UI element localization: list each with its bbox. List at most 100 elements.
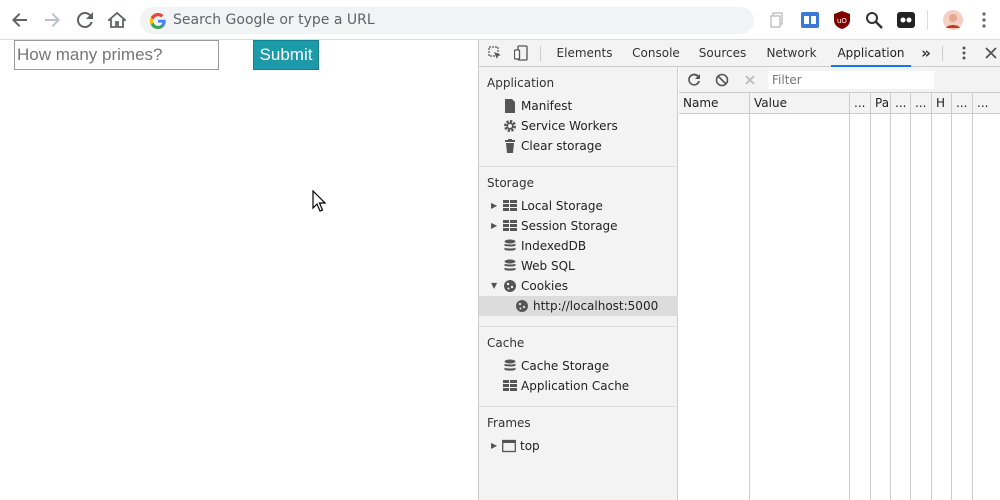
- sidebar-item-label: Clear storage: [521, 139, 602, 153]
- column-divider: [931, 93, 932, 500]
- section-divider: [479, 326, 678, 327]
- sidebar-item-indexeddb[interactable]: IndexedDB: [479, 236, 678, 256]
- section-title-cache: Cache: [487, 336, 525, 350]
- document-icon: [505, 99, 515, 113]
- sidebar-item-label: http://localhost:5000: [533, 299, 659, 313]
- tab-sources[interactable]: Sources: [694, 40, 751, 67]
- back-icon[interactable]: [8, 8, 32, 32]
- cookies-pane: Name Value ... Pa ... ... H ... ...: [679, 67, 1000, 500]
- close-devtools-icon[interactable]: [983, 45, 999, 61]
- sidebar-item-label: Manifest: [521, 99, 573, 113]
- sidebar-item-service-workers[interactable]: Service Workers: [479, 116, 678, 136]
- reader-extension-icon[interactable]: [800, 10, 820, 30]
- mask-extension-icon[interactable]: [896, 10, 916, 30]
- cookie-icon: [504, 280, 516, 292]
- browser-toolbar: Search Google or type a URL uO: [0, 0, 1000, 40]
- column-header-size[interactable]: ...: [911, 93, 931, 114]
- devtools-tab-bar: Elements Console Sources Network Applica…: [479, 40, 1000, 67]
- svg-text:uO: uO: [837, 17, 847, 25]
- section-title-application: Application: [487, 76, 555, 90]
- database-icon: [504, 259, 516, 271]
- forward-icon[interactable]: [40, 8, 64, 32]
- expand-arrow-icon[interactable]: ▶: [491, 436, 497, 456]
- table-grid-icon: [503, 380, 517, 391]
- google-g-icon: [150, 13, 166, 29]
- trash-icon: [505, 139, 515, 153]
- sidebar-item-label: Service Workers: [521, 119, 618, 133]
- devtools-menu-icon[interactable]: [956, 45, 972, 61]
- sidebar-item-label: Cache Storage: [521, 359, 610, 373]
- gear-icon: [504, 120, 516, 132]
- cookie-icon: [516, 300, 528, 312]
- tab-network[interactable]: Network: [762, 40, 821, 67]
- sidebar-item-label: IndexedDB: [521, 239, 587, 253]
- ublock-icon[interactable]: uO: [832, 10, 852, 30]
- application-sidebar: Application Manifest Service Workers Cle…: [479, 67, 678, 500]
- sidebar-item-clear-storage[interactable]: Clear storage: [479, 136, 678, 156]
- tab-elements[interactable]: Elements: [552, 40, 617, 67]
- column-header-name[interactable]: Name: [679, 93, 749, 114]
- profile-avatar[interactable]: [943, 10, 963, 30]
- sidebar-item-manifest[interactable]: Manifest: [479, 96, 678, 116]
- collapse-arrow-icon[interactable]: ▼: [491, 276, 497, 296]
- tab-application[interactable]: Application: [831, 40, 911, 67]
- omnibox[interactable]: Search Google or type a URL: [140, 7, 754, 34]
- expand-arrow-icon[interactable]: ▶: [491, 196, 497, 216]
- sidebar-item-label: Web SQL: [521, 259, 575, 273]
- cookies-toolbar: [679, 67, 1000, 93]
- primes-count-input[interactable]: [14, 40, 219, 70]
- cookies-filter-input[interactable]: [768, 71, 934, 89]
- sidebar-item-cookie-origin[interactable]: http://localhost:5000: [479, 296, 678, 316]
- delete-selected-icon[interactable]: [742, 72, 758, 88]
- magnifier-extension-icon[interactable]: [864, 10, 884, 30]
- more-tabs-button[interactable]: »: [916, 40, 936, 67]
- column-divider: [910, 93, 911, 500]
- sidebar-item-local-storage[interactable]: ▶ Local Storage: [479, 196, 678, 216]
- sidebar-item-session-storage[interactable]: ▶ Session Storage: [479, 216, 678, 236]
- column-divider: [749, 93, 750, 500]
- column-divider: [951, 93, 952, 500]
- sidebar-item-frame-top[interactable]: ▶ top: [479, 436, 678, 456]
- column-header-value[interactable]: Value: [750, 93, 849, 114]
- copy-icon[interactable]: [767, 10, 787, 30]
- sidebar-item-cookies[interactable]: ▼ Cookies: [479, 276, 678, 296]
- expand-arrow-icon[interactable]: ▶: [491, 216, 497, 236]
- sidebar-item-web-sql[interactable]: Web SQL: [479, 256, 678, 276]
- sidebar-item-cache-storage[interactable]: Cache Storage: [479, 356, 678, 376]
- sidebar-item-label: Session Storage: [521, 219, 618, 233]
- database-icon: [504, 239, 516, 251]
- column-divider: [972, 93, 973, 500]
- column-header-samesite[interactable]: ...: [973, 93, 1000, 114]
- column-header-httponly[interactable]: H: [932, 93, 951, 114]
- page-content: Submit: [0, 40, 478, 500]
- column-header-path[interactable]: Pa: [871, 93, 890, 114]
- column-divider: [870, 93, 871, 500]
- sidebar-item-label: Cookies: [521, 279, 568, 293]
- submit-button[interactable]: Submit: [253, 40, 319, 70]
- refresh-icon[interactable]: [686, 72, 702, 88]
- column-divider: [849, 93, 850, 500]
- section-title-storage: Storage: [487, 176, 534, 190]
- devtools-panel: Elements Console Sources Network Applica…: [478, 40, 1000, 500]
- column-header-expires[interactable]: ...: [891, 93, 910, 114]
- column-header-secure[interactable]: ...: [952, 93, 972, 114]
- reload-icon[interactable]: [73, 8, 97, 32]
- table-grid-icon: [503, 220, 517, 231]
- frame-window-icon: [502, 439, 516, 453]
- tab-console[interactable]: Console: [627, 40, 685, 67]
- clear-all-icon[interactable]: [714, 72, 730, 88]
- home-icon[interactable]: [105, 8, 129, 32]
- mouse-cursor-icon: [312, 190, 326, 212]
- inspect-element-icon[interactable]: [487, 45, 503, 61]
- sidebar-item-label: Application Cache: [521, 379, 630, 393]
- section-divider: [479, 406, 678, 407]
- tab-separator: [942, 46, 943, 61]
- sidebar-item-application-cache[interactable]: Application Cache: [479, 376, 678, 396]
- column-header-domain[interactable]: ...: [850, 93, 870, 114]
- chrome-menu-icon[interactable]: [974, 10, 994, 30]
- database-icon: [504, 359, 516, 371]
- sidebar-item-label: top: [520, 439, 540, 453]
- section-title-frames: Frames: [487, 416, 531, 430]
- section-divider: [479, 166, 678, 167]
- device-toolbar-icon[interactable]: [513, 45, 529, 61]
